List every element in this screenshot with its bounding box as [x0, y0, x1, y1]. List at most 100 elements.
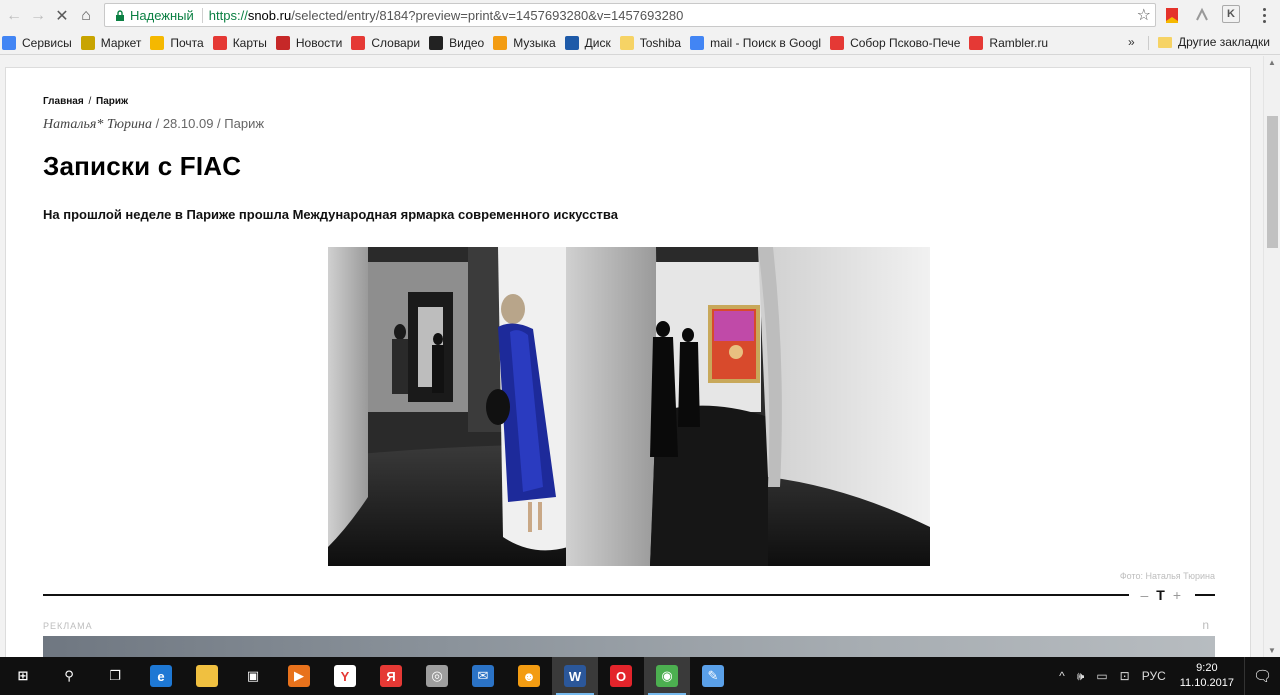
forward-button[interactable]: →	[26, 4, 50, 28]
action-center-icon[interactable]: 🗨	[1244, 657, 1280, 695]
network-icon[interactable]: ⊡	[1120, 669, 1130, 683]
volume-icon[interactable]: 🕪	[1077, 669, 1085, 684]
music-icon	[493, 35, 508, 50]
home-icon: ⌂	[81, 6, 91, 24]
opera-icon: O	[610, 665, 632, 687]
taskbar-word-button[interactable]: W	[552, 657, 598, 695]
url-text[interactable]: https://snob.ru/selected/entry/8184?prev…	[209, 8, 684, 23]
bookmark-label: Новости	[295, 35, 343, 50]
ad-network-mark[interactable]: n	[1202, 618, 1209, 632]
input-language[interactable]: РУС	[1142, 669, 1166, 683]
news-icon	[275, 35, 290, 50]
bookmark-label: Видео	[449, 35, 485, 50]
circle-app-icon: ◎	[426, 665, 448, 687]
url-scheme: https://	[208, 7, 248, 23]
bookmark-item[interactable]: Словари	[351, 35, 420, 50]
yandex-browser-icon: Y	[334, 665, 356, 687]
windows-taskbar: ⊞ ⚲ ❐ e ▣ ▶ Y Я ◎ ✉ ☻ W O ◉ ✎ ^ 🕪 ▭ ⊡ РУС 9:20 11.10.2…	[0, 657, 1280, 695]
browser-menu-button[interactable]	[1254, 5, 1274, 25]
back-button[interactable]: ←	[2, 4, 26, 28]
taskbar-media-button[interactable]: ▶	[276, 657, 322, 695]
store-icon: ▣	[246, 668, 260, 683]
arrow-left-icon: ←	[6, 6, 22, 24]
browser-toolbar: ← → ✕ ⌂ Надежный https://snob.ru/selecte…	[0, 0, 1280, 31]
gallery-photo-illustration	[328, 247, 930, 566]
other-bookmarks-label: Другие закладки	[1178, 35, 1270, 49]
taskbar-start-button[interactable]: ⊞	[0, 657, 46, 695]
author-link[interactable]: Наталья* Тюрина	[43, 117, 152, 132]
media-player-icon: ▶	[288, 665, 310, 687]
taskbar-mail-button[interactable]: ✉	[460, 657, 506, 695]
taskbar-explorer-button[interactable]	[184, 657, 230, 695]
font-decrease-button[interactable]: –	[1140, 587, 1148, 603]
page-viewport: Главная / Париж Наталья* Тюрина / 28.10.…	[0, 56, 1263, 657]
scrollbar-thumb[interactable]	[1267, 116, 1278, 248]
taskbar-messenger-button[interactable]: ☻	[506, 657, 552, 695]
taskbar-opera-button[interactable]: O	[598, 657, 644, 695]
other-bookmarks-folder[interactable]: Другие закладки	[1158, 35, 1270, 49]
battery-icon[interactable]: ▭	[1096, 669, 1107, 683]
bookmark-label: Маркет	[100, 35, 142, 50]
bookmarks-separator	[1148, 36, 1149, 50]
stop-button[interactable]: ✕	[50, 4, 74, 28]
taskbar-paint-button[interactable]: ✎	[690, 657, 736, 695]
bookmark-star-icon[interactable]: ☆	[1137, 5, 1151, 25]
bookmarks-overflow-button[interactable]: »	[1128, 35, 1135, 49]
bookmark-item[interactable]: Сервисы	[2, 35, 72, 50]
bookmark-item[interactable]: Почта	[150, 35, 204, 50]
market-icon	[80, 35, 95, 50]
taskbar-clock[interactable]: 9:20 11.10.2017	[1180, 661, 1234, 691]
photo-credit: Фото: Наталья Тюрина	[1119, 571, 1215, 581]
extension-k-icon[interactable]: K	[1222, 5, 1240, 23]
font-size-icon: T	[1156, 587, 1165, 603]
taskbar-yandex-button[interactable]: Я	[368, 657, 414, 695]
bookmark-flag-extension-icon[interactable]	[1162, 5, 1182, 25]
address-bar[interactable]: Надежный https://snob.ru/selected/entry/…	[104, 3, 1156, 27]
yandex-box-icon	[969, 35, 984, 50]
taskbar-search-button[interactable]: ⚲	[46, 657, 92, 695]
paint-icon: ✎	[702, 665, 724, 687]
extension-icon[interactable]	[1192, 5, 1212, 25]
taskbar-chrome-button[interactable]: ◉	[644, 657, 690, 695]
folder-icon	[196, 665, 218, 687]
bookmark-item[interactable]: Новости	[275, 35, 343, 50]
system-tray: ^ 🕪 ▭ ⊡ РУС 9:20 11.10.2017 🗨	[1053, 657, 1280, 695]
url-path: /selected/entry/8184?preview=print&v=145…	[291, 7, 684, 23]
bookmark-label: Почта	[170, 35, 204, 50]
scroll-up-icon[interactable]: ▲	[1268, 58, 1276, 67]
bookmark-item[interactable]: Карты	[212, 35, 267, 50]
breadcrumb-home-link[interactable]: Главная	[43, 96, 84, 107]
bookmark-item[interactable]: Маркет	[80, 35, 142, 50]
taskbar-task-view-button[interactable]: ❐	[92, 657, 138, 695]
taskbar-app-circle-button[interactable]: ◎	[414, 657, 460, 695]
bookmark-item[interactable]: mail - Поиск в Googl	[690, 35, 821, 50]
bookmark-item[interactable]: Toshiba	[619, 35, 681, 50]
apps-grid-icon	[2, 35, 16, 50]
article-title: Записки с FIAC	[43, 151, 242, 181]
secure-label: Надежный	[130, 7, 203, 23]
breadcrumb: Главная / Париж	[43, 96, 128, 107]
disk-icon	[564, 35, 579, 50]
breadcrumb-section-link[interactable]: Париж	[96, 96, 128, 107]
messenger-icon: ☻	[518, 665, 540, 687]
taskbar-yandex-browser-button[interactable]: Y	[322, 657, 368, 695]
font-increase-button[interactable]: +	[1173, 587, 1181, 603]
home-button[interactable]: ⌂	[74, 4, 98, 28]
arrow-right-icon: →	[30, 6, 46, 24]
breadcrumb-separator: /	[88, 96, 92, 107]
page-scrollbar[interactable]: ▲ ▼	[1263, 56, 1280, 657]
yandex-icon: Я	[380, 665, 402, 687]
scroll-down-icon[interactable]: ▼	[1268, 646, 1276, 655]
taskbar-store-button[interactable]: ▣	[230, 657, 276, 695]
taskbar-apps: ⊞ ⚲ ❐ e ▣ ▶ Y Я ◎ ✉ ☻ W O ◉ ✎	[0, 657, 736, 695]
ad-banner[interactable]	[43, 636, 1215, 657]
article-byline: Наталья* Тюрина / 28.10.09 / Париж	[43, 116, 264, 133]
bookmark-item[interactable]: Rambler.ru	[969, 35, 1048, 50]
tray-chevron-up-icon[interactable]: ^	[1059, 669, 1065, 683]
bookmark-item[interactable]: Видео	[429, 35, 485, 50]
bookmark-item[interactable]: Диск	[564, 35, 611, 50]
bookmark-item[interactable]: Музыка	[493, 35, 556, 50]
taskbar-edge-button[interactable]: e	[138, 657, 184, 695]
article-photo[interactable]	[328, 247, 930, 566]
bookmark-item[interactable]: Собор Псково-Пече	[830, 35, 960, 50]
